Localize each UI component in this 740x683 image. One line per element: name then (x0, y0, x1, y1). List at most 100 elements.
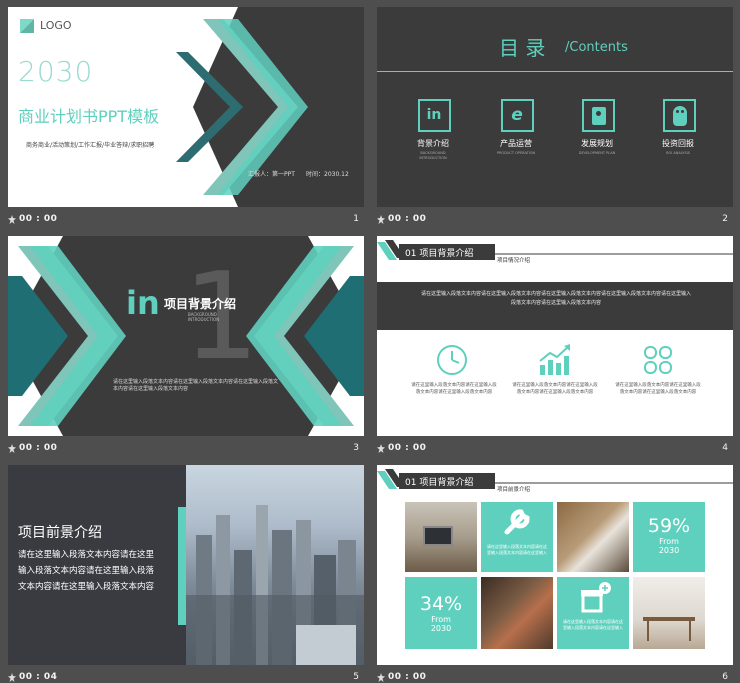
col-text-1: 请在这里输入段落文本内容请在这里输入段落文本内容请在这里输入段落文本内容 (411, 383, 497, 395)
toc-item-3[interactable] (578, 99, 618, 132)
toc-item-4[interactable] (659, 99, 699, 132)
tile-text: 请在这里输入段落文本内容请在这里输入段落文本内容请在这里输入 (487, 544, 547, 555)
section-sub-2: INTRODUCTION (188, 317, 220, 322)
slide-thumb-5[interactable]: 项目前景介绍 请在这里输入段落文本内容请在这里输入段落文本内容请在这里输入段落文… (8, 465, 364, 683)
slide-1-status: 00 : 00 1 (8, 207, 364, 235)
prospect-title: 项目前景介绍 (18, 525, 102, 541)
slide-title: 商业计划书PPT模板 (18, 107, 160, 126)
toc-label-2: 产品运营 (500, 139, 532, 148)
slide-6-status: 00 : 00 6 (377, 665, 733, 683)
slide-time: 00 : 00 (388, 443, 427, 453)
photo-tile-tools (481, 577, 553, 649)
stat-from: From (659, 537, 679, 546)
slide-thumb-6[interactable]: 01 项目背景介绍 项目前景介绍 请在这里输入段落文本内容请在这里输入段落文本内… (377, 465, 733, 683)
finder-icon (581, 99, 615, 132)
year: 2030 (18, 55, 94, 88)
slide-5-status: 00 : 04 5 (8, 665, 364, 683)
stat-from: From (431, 615, 451, 624)
logo-icon (20, 19, 34, 33)
section-heading: 01 项目背景介绍 (405, 249, 474, 259)
toc-sub-1b: INTRODUCTION (419, 156, 447, 160)
section-tag: 项目前景介绍 (497, 487, 531, 493)
divider (377, 71, 733, 72)
gift-icon (581, 582, 611, 613)
toc-subtitle: /Contents (565, 40, 628, 55)
slide-4-canvas[interactable]: 01 项目背景介绍 项目情况介绍 请在这里输入段落文本内容请在这里输入段落文本内… (377, 236, 733, 436)
city-photo (186, 465, 364, 665)
slide-4-status: 00 : 00 4 (377, 436, 733, 464)
linkedin-icon: in (126, 284, 160, 322)
stat-year: 2030 (658, 546, 680, 555)
star-icon (8, 215, 16, 224)
stat-tile-1: 59% From 2030 (633, 502, 705, 572)
star-icon (8, 444, 16, 453)
photo-tile-laptop (405, 502, 477, 572)
slide-thumb-3[interactable]: 1 in 项目背景介绍 BACKGROUND INTRODUCTION 请在这里… (8, 236, 364, 464)
slide-number: 1 (353, 214, 359, 224)
slide-2-status: 00 : 00 2 (377, 207, 733, 235)
section-body-2: 本内容请在这里输入段落文本内容 (113, 386, 189, 392)
clover-icon (644, 346, 672, 374)
slide-thumb-4[interactable]: 01 项目背景介绍 项目情况介绍 请在这里输入段落文本内容请在这里输入段落文本内… (377, 236, 733, 464)
stat-year: 2030 (430, 624, 452, 633)
clock-icon (437, 345, 467, 375)
slide-number: 2 (722, 214, 728, 224)
star-icon (8, 673, 16, 682)
toc-item-1[interactable]: in (414, 99, 454, 132)
tile-wrench: 请在这里输入段落文本内容请在这里输入段落文本内容请在这里输入 (481, 502, 553, 572)
slide-time: 00 : 04 (19, 672, 58, 682)
linkedin-icon: in (417, 99, 451, 132)
tile-text: 请在这里输入段落文本内容请在这里输入段落文本内容请在这里输入 (563, 619, 623, 630)
logo-text: LOGO (40, 19, 72, 32)
toc-title: 目 录 (499, 36, 546, 60)
slide-number: 6 (722, 672, 728, 682)
slide-time: 00 : 00 (388, 672, 427, 682)
slide-3-canvas[interactable]: 1 in 项目背景介绍 BACKGROUND INTRODUCTION 请在这里… (8, 236, 364, 436)
col-text-3: 请在这里输入段落文本内容请在这里输入段落文本内容请在这里输入段落文本内容 (615, 383, 701, 395)
section-body-1: 请在这里输入段落文本内容请在这里输入段落文本内容请在这里输入段落文 (113, 379, 279, 385)
ie-browser-icon: e (500, 99, 534, 132)
toc-label-4: 投资回报 (662, 139, 694, 148)
stat-tile-2: 34% From 2030 (405, 577, 477, 649)
slide-6-canvas[interactable]: 01 项目背景介绍 项目前景介绍 请在这里输入段落文本内容请在这里输入段落文本内… (377, 465, 733, 665)
section-title: 项目背景介绍 (164, 297, 237, 311)
slide-thumb-1[interactable]: LOGO 2030 商业计划书PPT模板 商务商业/活动策划/工作汇报/毕业答辩… (8, 7, 364, 235)
tile-gift: 请在这里输入段落文本内容请在这里输入段落文本内容请在这里输入 (557, 577, 629, 649)
toc-label-3: 发展规划 (581, 139, 613, 148)
slide-time: 00 : 00 (19, 214, 58, 224)
wrench-icon (504, 509, 530, 535)
prospect-body: 请在这里输入段落文本内容请在这里输入段落文本内容请在这里输入段落文本内容请在这里… (18, 550, 155, 592)
photo-tile-desk (557, 502, 629, 572)
slide-2-canvas[interactable]: 目 录 /Contents in 背景介绍 BACKGROUND INTRODU… (377, 7, 733, 207)
toc-sub-1a: BACKGROUND (420, 151, 446, 155)
reporter: 汇报人：第一PPT (248, 171, 295, 178)
slide-time: 00 : 00 (19, 443, 58, 453)
date: 时间：2030.12 (306, 171, 349, 178)
section-heading: 01 项目背景介绍 (405, 478, 474, 488)
band-text: 请在这里输入段落文本内容请在这里输入段落文本内容请在这里输入段落文本内容请在这里… (421, 291, 692, 306)
slide-number: 4 (722, 443, 728, 453)
slide-thumb-2[interactable]: 目 录 /Contents in 背景介绍 BACKGROUND INTRODU… (377, 7, 733, 235)
photo-tile-chairs (633, 577, 705, 649)
penguin-icon (662, 99, 696, 132)
star-icon (377, 215, 385, 224)
star-icon (377, 444, 385, 453)
toc-sub-2a: PRODUCT OPERATION (496, 151, 536, 155)
stat-value: 34% (419, 593, 463, 615)
star-icon (377, 673, 385, 682)
slide-subtitle: 商务商业/活动策划/工作汇报/毕业答辩/求职招聘 (26, 142, 155, 149)
slide-number: 5 (353, 672, 359, 682)
slide-5-canvas[interactable]: 项目前景介绍 请在这里输入段落文本内容请在这里输入段落文本内容请在这里输入段落文… (8, 465, 364, 665)
accent-bar (178, 507, 186, 625)
slide-1-canvas[interactable]: LOGO 2030 商业计划书PPT模板 商务商业/活动策划/工作汇报/毕业答辩… (8, 7, 364, 207)
toc-sub-3a: DEVELOPMENT PLAN (578, 151, 616, 155)
stat-value: 59% (647, 515, 691, 537)
growth-chart-icon (539, 344, 570, 375)
toc-item-2[interactable]: e (497, 99, 537, 132)
slide-3-status: 00 : 00 3 (8, 436, 364, 464)
toc-sub-4a: ROI ANALYSIS (666, 151, 690, 155)
section-tag: 项目情况介绍 (497, 258, 531, 264)
slide-time: 00 : 00 (388, 214, 427, 224)
col-text-2: 请在这里输入段落文本内容请在这里输入段落文本内容请在这里输入段落文本内容 (512, 383, 598, 395)
slide-number: 3 (353, 443, 359, 453)
